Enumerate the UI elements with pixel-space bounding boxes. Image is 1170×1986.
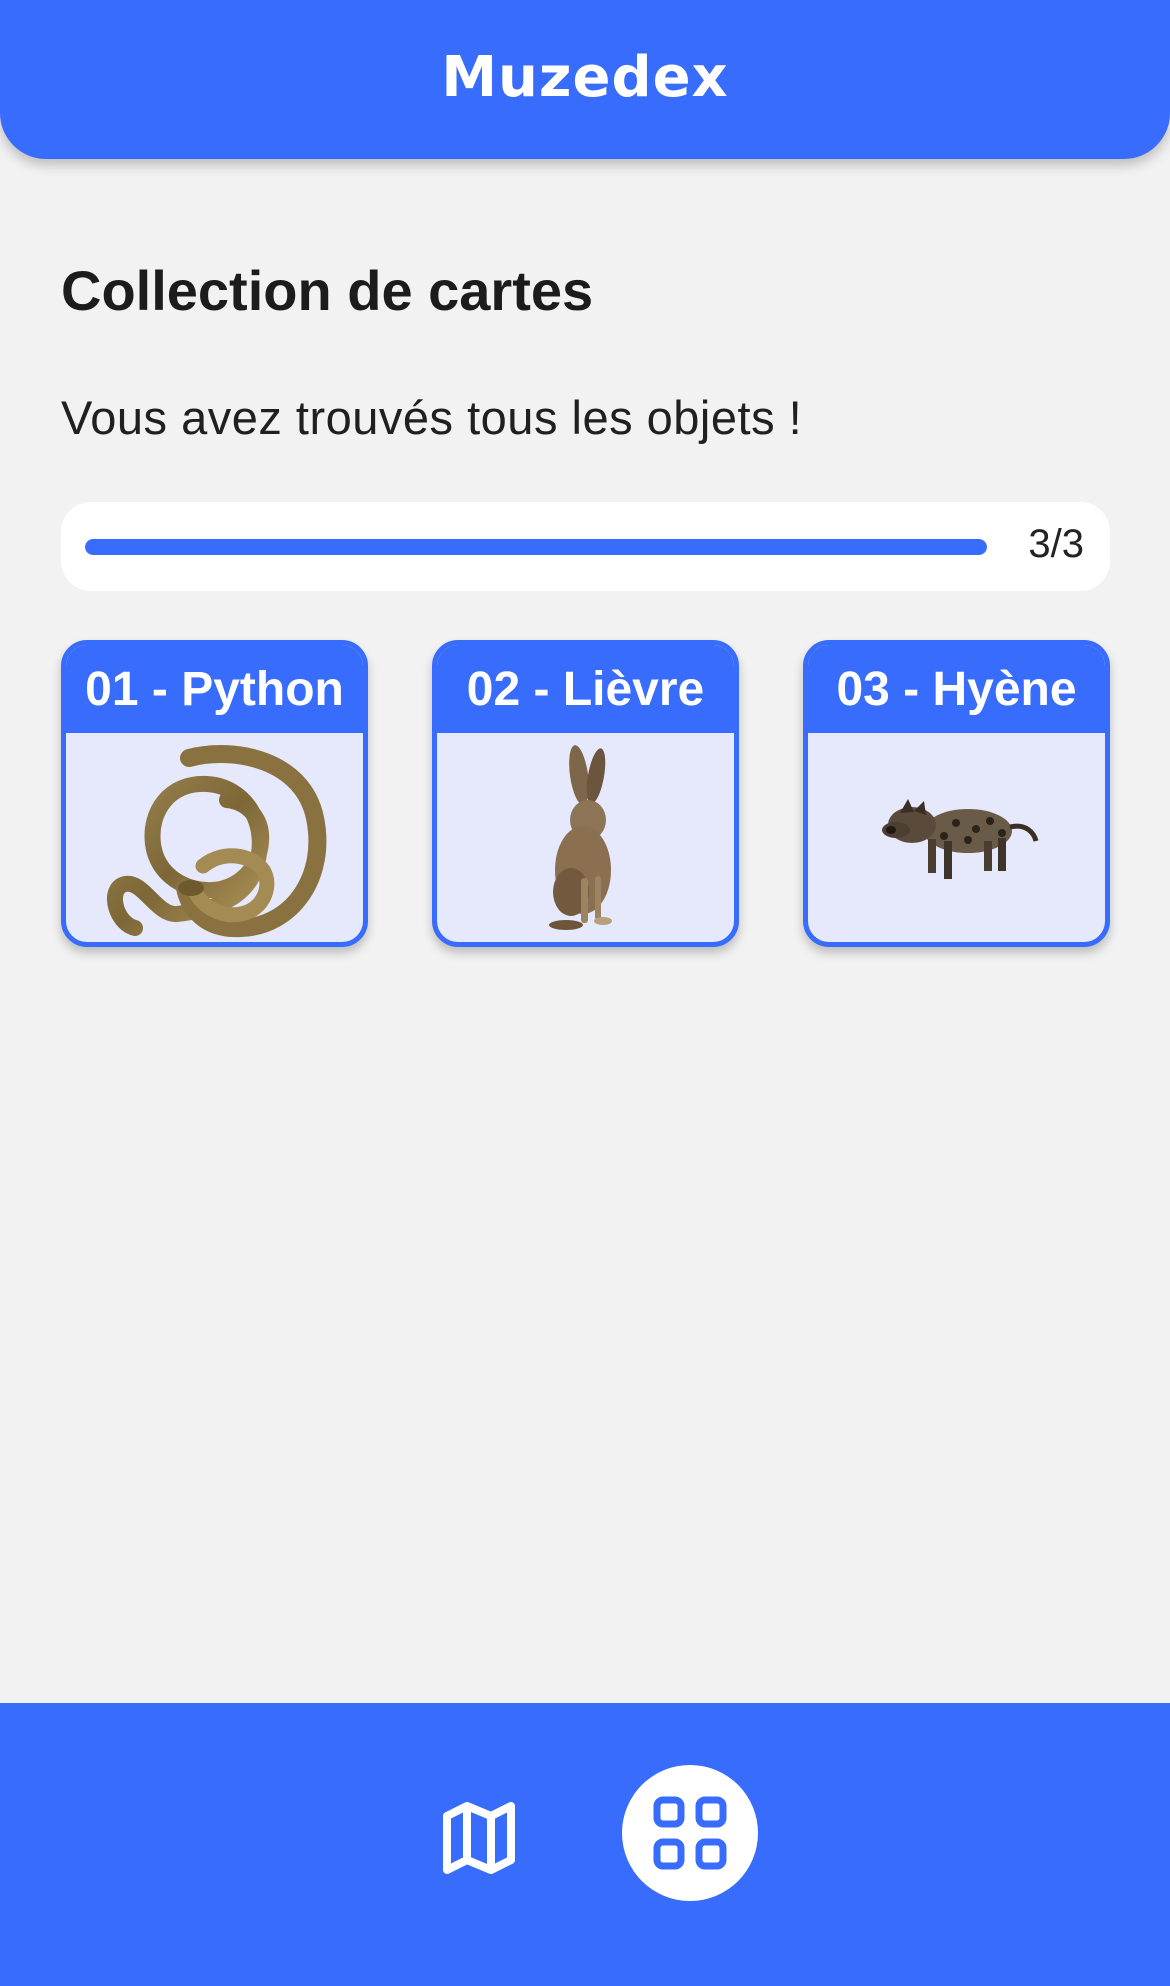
app-header: Muzedex	[0, 0, 1170, 159]
page-title: Collection de cartes	[61, 259, 594, 322]
card-image	[808, 733, 1105, 942]
app-title: Muzedex	[441, 45, 729, 110]
card-title: 03 - Hyène	[808, 645, 1105, 733]
card-image	[437, 733, 734, 942]
card-title: 01 - Python	[66, 645, 363, 733]
card-lievre[interactable]: 02 - Lièvre	[432, 640, 739, 947]
card-hyene[interactable]: 03 - Hyène	[803, 640, 1110, 947]
card-title: 02 - Lièvre	[437, 645, 734, 733]
hyena-icon	[881, 798, 1038, 879]
progress-track	[85, 539, 987, 555]
collection-status-text: Vous avez trouvés tous les objets !	[61, 391, 803, 444]
nav-map-button[interactable]	[430, 1789, 528, 1885]
progress-count: 3/3	[1028, 522, 1084, 566]
python-icon	[106, 744, 326, 937]
bottom-navigation	[0, 1703, 1170, 1986]
card-image	[66, 733, 363, 942]
hare-icon	[548, 744, 612, 930]
grid-icon	[653, 1796, 727, 1870]
card-python[interactable]: 01 - Python	[61, 640, 368, 947]
progress-fill	[85, 539, 987, 555]
nav-collection-button[interactable]	[622, 1765, 758, 1901]
progress-card: 3/3	[61, 502, 1110, 591]
card-grid: 01 - Python 02 - Lièvre 03 - Hyène	[61, 640, 1110, 947]
map-icon	[443, 1802, 515, 1874]
